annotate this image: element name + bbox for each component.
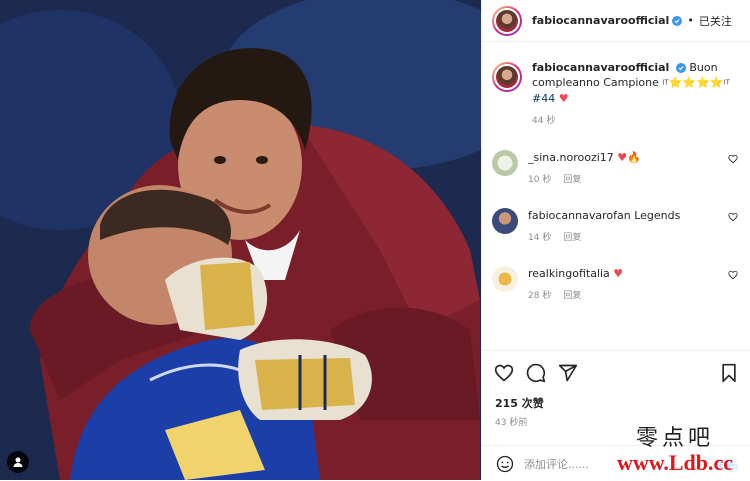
reply-button[interactable]: 回复 — [563, 175, 581, 185]
comment-bubble-icon[interactable] — [526, 363, 546, 383]
post-caption: fabiocannavaroofficial Buon compleanno C… — [482, 42, 750, 129]
post-timestamp[interactable]: 43 秒前 — [495, 415, 527, 428]
comments-list: fabiocannavaroofficial Buon compleanno C… — [482, 42, 750, 350]
commenter-username[interactable]: _sina.noroozi17 — [528, 151, 614, 164]
post-header: fabiocannavaroofficial • 已关注 — [482, 0, 750, 42]
star-icon: ⭐ — [682, 76, 697, 89]
reply-button[interactable]: 回复 — [563, 291, 581, 301]
site-watermark: 零点吧 www.Ldb.cc — [610, 420, 740, 480]
comment-like-icon[interactable] — [728, 212, 738, 222]
heart-emoji-icon: ♥ — [558, 91, 569, 105]
comment-time[interactable]: 14 秒 — [528, 233, 551, 243]
comment-time[interactable]: 10 秒 — [528, 175, 551, 185]
author-avatar[interactable] — [492, 5, 522, 36]
post-photo[interactable] — [0, 0, 481, 480]
like-heart-icon[interactable] — [494, 363, 514, 383]
comment-item: fabiocannavarofan Legends 14 秒 回复 — [492, 208, 740, 246]
heart-fire-emoji-icon: ♥🔥 — [617, 151, 641, 164]
likes-count[interactable]: 215 次赞 — [495, 395, 544, 411]
person-tag-icon — [13, 457, 23, 467]
caption-avatar[interactable] — [492, 62, 522, 92]
comment-time[interactable]: 28 秒 — [528, 291, 551, 301]
verified-badge-icon — [672, 15, 683, 26]
heart-emoji-icon: ♥ — [613, 267, 624, 280]
italy-flag-icon: IT — [723, 78, 730, 87]
star-icon: ⭐ — [696, 76, 710, 89]
watermark-url-text: www.Ldb.cc — [616, 450, 734, 475]
caption-username[interactable]: fabiocannavaroofficial — [532, 61, 669, 74]
commenter-username[interactable]: fabiocannavarofan — [528, 209, 631, 222]
star-icon: ⭐ — [709, 76, 724, 89]
reply-button[interactable]: 回复 — [563, 233, 581, 243]
verified-badge-icon — [675, 63, 686, 73]
author-username[interactable]: fabiocannavaroofficial — [532, 14, 669, 27]
separator-dot: • — [687, 14, 694, 27]
comment-like-icon[interactable] — [728, 270, 738, 280]
commenter-avatar[interactable] — [492, 266, 518, 292]
hashtag-link[interactable]: #44 — [532, 92, 555, 105]
emoji-smiley-icon[interactable] — [496, 455, 514, 473]
tag-button[interactable] — [7, 451, 29, 473]
star-icon: ⭐ — [668, 76, 683, 89]
commenter-avatar[interactable] — [492, 150, 518, 176]
commenter-avatar[interactable] — [492, 208, 518, 234]
share-send-icon[interactable] — [558, 363, 578, 383]
post-side-panel: fabiocannavaroofficial • 已关注 fabiocannav… — [481, 0, 750, 480]
comment-item: realkingofitalia ♥ 28 秒 回复 — [492, 266, 740, 304]
caption-time[interactable]: 44 秒 — [532, 116, 555, 126]
comment-text: Legends — [634, 209, 681, 222]
comment-like-icon[interactable] — [728, 154, 738, 164]
players-embrace-illustration — [0, 0, 481, 480]
comment-item: _sina.noroozi17 ♥🔥 10 秒 回复 — [492, 150, 740, 188]
commenter-username[interactable]: realkingofitalia — [528, 267, 610, 280]
bookmark-save-icon[interactable] — [720, 363, 738, 383]
follow-status-button[interactable]: 已关注 — [699, 13, 732, 29]
comment-input[interactable]: 添加评论...... — [524, 456, 589, 472]
watermark-cn-text: 零点吧 — [635, 426, 714, 451]
